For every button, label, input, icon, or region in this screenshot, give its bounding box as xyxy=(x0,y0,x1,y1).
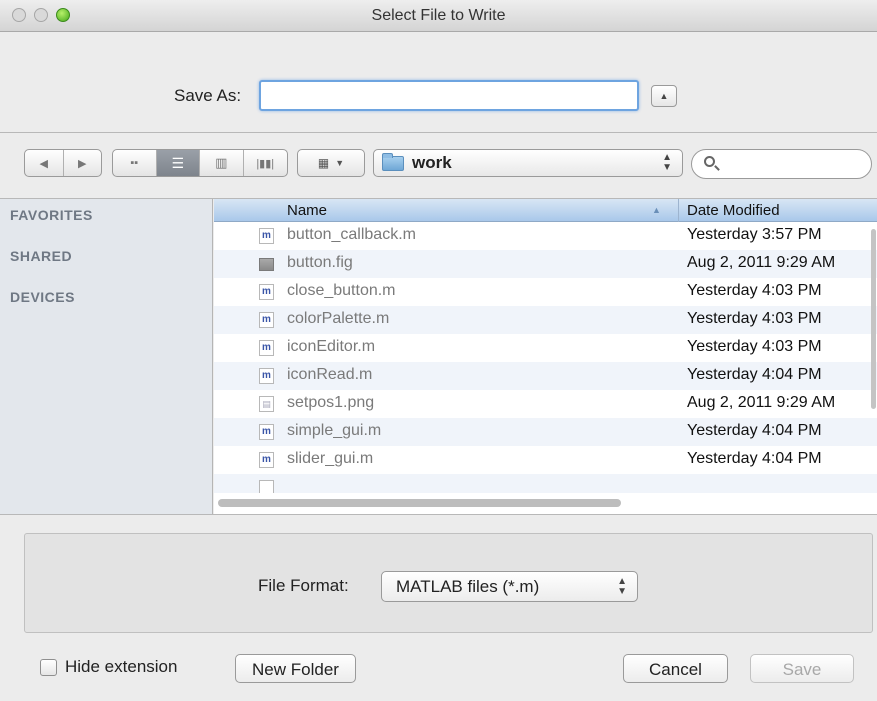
divider xyxy=(0,132,877,133)
popup-arrows-icon: ▲ ▼ xyxy=(617,576,627,597)
arrange-grid-icon: ▦ xyxy=(317,156,330,170)
matlab-file-icon: m xyxy=(259,452,274,468)
file-list: Name ▲ Date Modified m button_callback.m… xyxy=(214,199,877,514)
file-row[interactable]: m simple_gui.m Yesterday 4:04 PM xyxy=(214,418,877,446)
file-row[interactable]: m colorPalette.m Yesterday 4:03 PM xyxy=(214,306,877,334)
current-folder-name: work xyxy=(412,153,452,172)
search-icon xyxy=(704,156,715,167)
location-popup[interactable]: work ▲ ▼ xyxy=(373,149,683,177)
chevron-up-icon: ▲ xyxy=(659,91,669,101)
file-date: Yesterday 4:04 PM xyxy=(687,422,822,439)
file-date: Aug 2, 2011 9:29 AM xyxy=(687,394,836,411)
file-row[interactable]: ▤ setpos1.png Aug 2, 2011 9:29 AM xyxy=(214,390,877,418)
horizontal-scrollbar[interactable] xyxy=(218,499,621,507)
folder-icon xyxy=(382,152,404,171)
cancel-button[interactable]: Cancel xyxy=(623,654,728,683)
navigation-buttons: ◀ ▶ xyxy=(24,149,102,177)
column-view-button[interactable]: ▥ xyxy=(200,150,244,176)
title-bar: Select File to Write xyxy=(0,0,877,32)
column-separator[interactable] xyxy=(678,199,679,222)
file-format-value: MATLAB files (*.m) xyxy=(396,577,540,596)
file-name: simple_gui.m xyxy=(287,422,382,439)
file-name: close_button.m xyxy=(287,282,396,299)
matlab-file-icon: m xyxy=(259,340,274,356)
matlab-file-icon xyxy=(259,480,274,493)
file-date: Yesterday 4:03 PM xyxy=(687,282,822,299)
file-date: Yesterday 4:03 PM xyxy=(687,310,822,327)
file-name: button_callback.m xyxy=(287,226,416,243)
file-date: Yesterday 3:57 PM xyxy=(687,226,822,243)
file-row[interactable]: m close_button.m Yesterday 4:03 PM xyxy=(214,278,877,306)
chevron-down-icon: ▼ xyxy=(335,158,345,168)
file-format-popup[interactable]: MATLAB files (*.m) ▲ ▼ xyxy=(381,571,638,602)
file-name: iconRead.m xyxy=(287,366,373,383)
save-button[interactable]: Save xyxy=(750,654,854,683)
matlab-file-icon: m xyxy=(259,368,274,384)
sidebar-section-favorites[interactable]: FAVORITES xyxy=(10,207,93,223)
forward-arrow-icon: ▶ xyxy=(78,157,87,170)
figure-file-icon xyxy=(259,258,274,271)
file-row[interactable]: m iconRead.m Yesterday 4:04 PM xyxy=(214,362,877,390)
forward-button[interactable]: ▶ xyxy=(64,150,102,176)
collapse-browser-button[interactable]: ▲ xyxy=(651,85,677,107)
matlab-file-icon: m xyxy=(259,284,274,300)
file-name: slider_gui.m xyxy=(287,450,374,467)
sidebar-section-shared[interactable]: SHARED xyxy=(10,248,72,264)
view-mode-buttons: ▪▪ ☰ ▥ |▮▮| xyxy=(112,149,288,177)
file-date: Yesterday 4:04 PM xyxy=(687,450,822,467)
vertical-scrollbar[interactable] xyxy=(871,229,876,409)
cover-flow-icon: |▮▮| xyxy=(256,157,275,170)
list-view-button[interactable]: ☰ xyxy=(156,150,200,176)
save-as-input[interactable] xyxy=(259,80,639,111)
file-row[interactable]: m iconEditor.m Yesterday 4:03 PM xyxy=(214,334,877,362)
file-name: colorPalette.m xyxy=(287,310,390,327)
matlab-file-icon: m xyxy=(259,424,274,440)
file-name: setpos1.png xyxy=(287,394,375,411)
hide-extension-checkbox[interactable] xyxy=(40,659,57,676)
sidebar: FAVORITES SHARED DEVICES xyxy=(0,199,213,514)
new-folder-button[interactable]: New Folder xyxy=(235,654,356,683)
file-date: Yesterday 4:03 PM xyxy=(687,338,822,355)
file-row-partial[interactable] xyxy=(214,474,877,493)
sort-ascending-icon: ▲ xyxy=(652,205,661,215)
matlab-file-icon: m xyxy=(259,312,274,328)
image-file-icon: ▤ xyxy=(259,396,274,412)
date-column-header[interactable]: Date Modified xyxy=(687,202,780,219)
popup-arrows-icon: ▲ ▼ xyxy=(662,152,672,173)
back-button[interactable]: ◀ xyxy=(25,150,64,176)
file-date: Aug 2, 2011 9:29 AM xyxy=(687,254,836,271)
icon-view-button[interactable]: ▪▪ xyxy=(113,150,157,176)
file-date: Yesterday 4:04 PM xyxy=(687,366,822,383)
file-format-label: File Format: xyxy=(258,576,349,595)
hide-extension-label[interactable]: Hide extension xyxy=(65,657,177,677)
back-arrow-icon: ◀ xyxy=(39,157,48,170)
file-row[interactable]: m slider_gui.m Yesterday 4:04 PM xyxy=(214,446,877,474)
save-as-label: Save As: xyxy=(174,86,242,105)
columns-icon: ▥ xyxy=(215,155,228,170)
icon-grid-icon: ▪▪ xyxy=(130,157,139,169)
column-header: Name ▲ Date Modified xyxy=(214,199,877,222)
file-name: iconEditor.m xyxy=(287,338,376,355)
cover-flow-button[interactable]: |▮▮| xyxy=(244,150,287,176)
file-name: button.fig xyxy=(287,254,353,271)
sidebar-section-devices[interactable]: DEVICES xyxy=(10,289,75,305)
arrange-menu-button[interactable]: ▦ ▼ xyxy=(297,149,365,177)
name-column-header[interactable]: Name xyxy=(287,202,327,219)
save-dialog: Select File to Write Save As: ▲ ◀ ▶ ▪▪ ☰… xyxy=(0,0,877,701)
file-row[interactable]: m button_callback.m Yesterday 3:57 PM xyxy=(214,222,877,250)
divider xyxy=(0,514,877,515)
window-title: Select File to Write xyxy=(371,7,506,24)
matlab-file-icon: m xyxy=(259,228,274,244)
search-field[interactable] xyxy=(691,149,872,179)
list-icon: ☰ xyxy=(171,154,185,171)
file-row[interactable]: button.fig Aug 2, 2011 9:29 AM xyxy=(214,250,877,278)
